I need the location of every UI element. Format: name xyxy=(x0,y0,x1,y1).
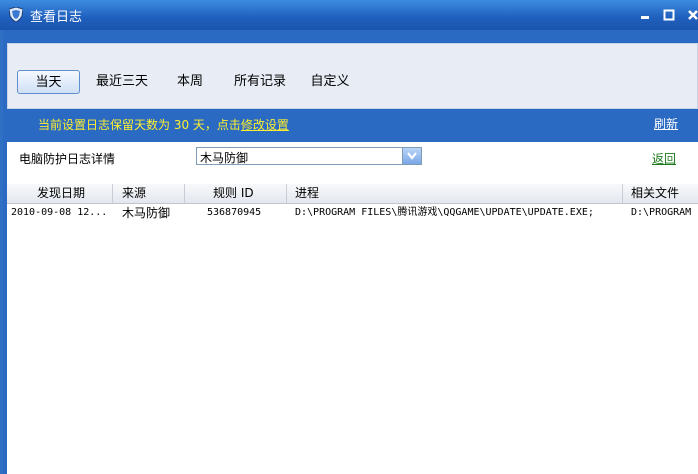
cell-date: 2010-09-08 12... xyxy=(11,207,108,218)
retention-info-text: 当前设置日志保留天数为 30 天，点击 xyxy=(38,118,241,132)
cell-process: D:\PROGRAM FILES\腾讯游戏\QQGAME\UPDATE\UPDA… xyxy=(295,207,594,218)
table-header: 发现日期 来源 规则 ID 进程 相关文件 xyxy=(7,184,698,204)
minimize-button[interactable] xyxy=(638,8,652,22)
window-title: 查看日志 xyxy=(30,10,83,25)
tab-all-records[interactable]: 所有记录 xyxy=(234,70,286,94)
date-filter-toolbar: 当天 最近三天 本周 所有记录 自定义 xyxy=(7,43,698,109)
tab-last-three-days[interactable]: 最近三天 xyxy=(94,70,150,94)
chevron-down-icon xyxy=(407,152,417,160)
tab-custom[interactable]: 自定义 xyxy=(310,70,350,94)
shield-icon xyxy=(9,7,23,22)
maximize-icon xyxy=(663,9,675,21)
log-type-select[interactable]: 木马防御 xyxy=(196,147,422,165)
close-icon xyxy=(688,10,698,20)
modify-settings-link[interactable]: 修改设置 xyxy=(241,118,289,132)
cell-rule-id: 536870945 xyxy=(207,207,262,218)
column-header-related-file[interactable]: 相关文件 xyxy=(623,184,698,203)
refresh-link[interactable]: 刷新 xyxy=(654,115,678,132)
column-header-date[interactable]: 发现日期 xyxy=(7,184,113,203)
tab-this-week[interactable]: 本周 xyxy=(174,70,206,94)
back-link[interactable]: 返回 xyxy=(652,150,676,167)
log-panel: 电脑防护日志详情 木马防御 返回 发现日期 来源 规则 ID 进程 相关文件 2… xyxy=(7,142,698,474)
log-type-selected: 木马防御 xyxy=(200,151,249,165)
detail-label: 电脑防护日志详情 xyxy=(19,152,116,166)
close-button[interactable] xyxy=(686,8,698,22)
table-row[interactable]: 2010-09-08 12... 木马防御 536870945 D:\PROGR… xyxy=(7,204,698,222)
title-bar: 查看日志 xyxy=(0,0,698,30)
column-header-rule-id[interactable]: 规则 ID xyxy=(185,184,287,203)
retention-info: 当前设置日志保留天数为 30 天，点击修改设置 xyxy=(38,116,289,133)
maximize-button[interactable] xyxy=(662,8,676,22)
dropdown-button[interactable] xyxy=(402,148,421,164)
cell-related-file: D:\PROGRAM xyxy=(631,207,692,218)
tab-today[interactable]: 当天 xyxy=(17,70,80,94)
minimize-icon xyxy=(641,16,649,19)
cell-source: 木马防御 xyxy=(122,206,171,220)
column-header-process[interactable]: 进程 xyxy=(287,184,623,203)
column-header-source[interactable]: 来源 xyxy=(113,184,185,203)
